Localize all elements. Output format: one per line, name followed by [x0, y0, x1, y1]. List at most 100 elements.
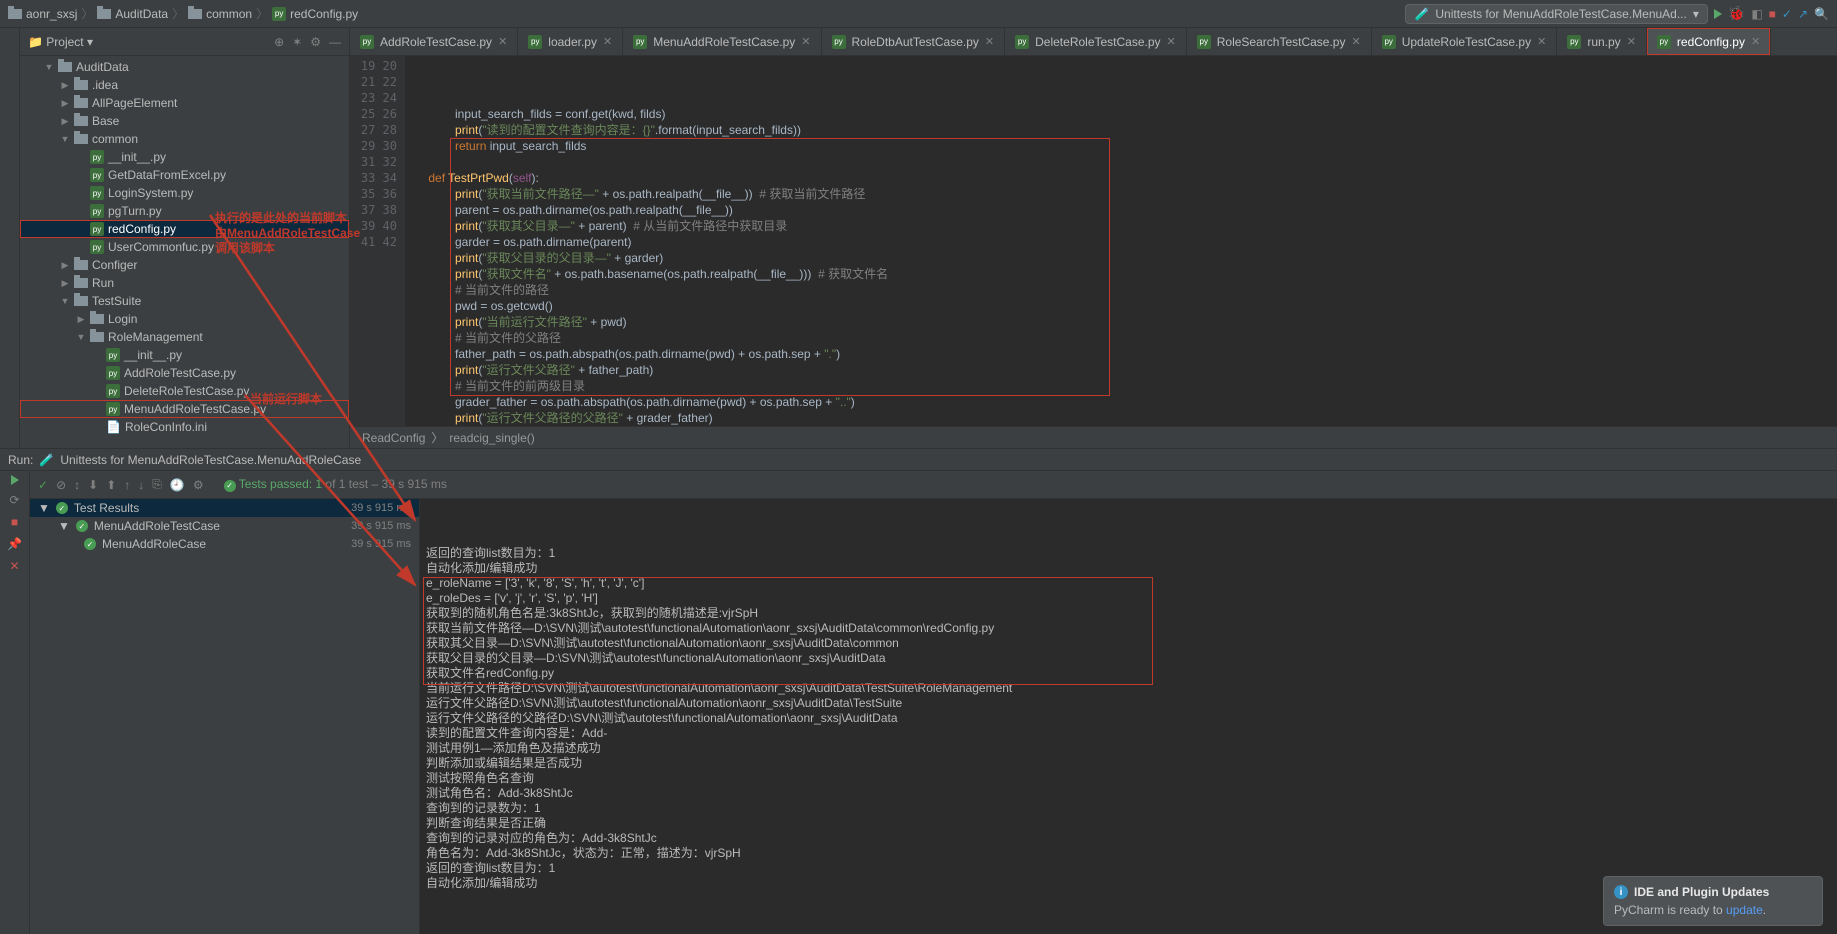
python-file-icon: py: [360, 35, 374, 49]
tree-item[interactable]: pyLoginSystem.py: [20, 184, 349, 202]
folder-icon: [74, 116, 88, 126]
test-results-tree[interactable]: ▼✓Test Results39 s 915 ms▼✓MenuAddRoleTe…: [30, 499, 420, 934]
breadcrumb-item[interactable]: pyredConfig.py: [272, 7, 358, 21]
tree-item[interactable]: pyGetDataFromExcel.py: [20, 166, 349, 184]
breadcrumb-class[interactable]: ReadConfig: [362, 431, 425, 445]
editor-tab[interactable]: pyrun.py✕: [1557, 28, 1647, 55]
editor-tab[interactable]: pyRoleDtbAutTestCase.py✕: [822, 28, 1006, 55]
test-tree-item[interactable]: ▼✓Test Results39 s 915 ms: [30, 499, 419, 517]
hide-icon[interactable]: —: [329, 35, 341, 49]
run-config-selector[interactable]: 🧪 Unittests for MenuAddRoleTestCase.Menu…: [1405, 4, 1707, 24]
close-icon[interactable]: ✕: [985, 35, 994, 48]
ide-update-notification[interactable]: iIDE and Plugin Updates PyCharm is ready…: [1603, 876, 1823, 926]
close-icon[interactable]: ✕: [1751, 35, 1760, 48]
console-output[interactable]: 返回的查询list数目为：1 自动化添加/编辑成功 e_roleName = […: [420, 499, 1837, 934]
run-button[interactable]: [1714, 9, 1722, 19]
tests-passed-label: ✓ Tests passed: 1 of 1 test – 39 s 915 m…: [224, 477, 447, 492]
tree-item[interactable]: py__init__.py: [20, 346, 349, 364]
editor-tab[interactable]: pyMenuAddRoleTestCase.py✕: [623, 28, 821, 55]
close-icon[interactable]: ✕: [9, 559, 19, 573]
gear-icon[interactable]: ⚙: [193, 478, 204, 492]
folder-icon: [97, 9, 111, 19]
editor-tab[interactable]: pyRoleSearchTestCase.py✕: [1187, 28, 1372, 55]
close-icon[interactable]: ✕: [1627, 35, 1636, 48]
coverage-button[interactable]: ◧: [1751, 7, 1762, 21]
editor-tab[interactable]: pyUpdateRoleTestCase.py✕: [1372, 28, 1558, 55]
stop-button[interactable]: ■: [1769, 7, 1776, 21]
scroll-icon[interactable]: ✶: [292, 35, 302, 49]
prev-icon[interactable]: ↑: [124, 478, 130, 492]
test-toolbar: ✓ ⊘ ↕︎ ⬇ ⬆ ↑ ↓ ⎘ 🕘 ⚙ ✓ Tests passed: 1 o…: [30, 471, 1837, 499]
tree-item[interactable]: ▶.idea: [20, 76, 349, 94]
gear-icon[interactable]: ⚙: [310, 35, 321, 49]
search-icon[interactable]: 🔍: [1814, 7, 1829, 21]
sort-icon[interactable]: ↕︎: [74, 478, 80, 492]
export-icon[interactable]: ⎘: [152, 477, 162, 492]
tree-item[interactable]: ▶Configer: [20, 256, 349, 274]
close-icon[interactable]: ✕: [1167, 35, 1176, 48]
test-tree-item[interactable]: ▼✓MenuAddRoleTestCase39 s 915 ms: [30, 517, 419, 535]
annotation-text: 当前运行脚本: [250, 390, 322, 407]
editor-body[interactable]: 19 20 21 22 23 24 25 26 27 28 29 30 31 3…: [350, 56, 1837, 426]
code-canvas[interactable]: input_search_filds = conf.get(kwd, filds…: [405, 56, 1837, 426]
tree-item[interactable]: ▶AllPageElement: [20, 94, 349, 112]
tree-item[interactable]: pyAddRoleTestCase.py: [20, 364, 349, 382]
tree-item-label: .idea: [92, 78, 118, 92]
run-config-label: Unittests for MenuAddRoleTestCase.MenuAd…: [1435, 7, 1686, 21]
editor-tab[interactable]: pyDeleteRoleTestCase.py✕: [1005, 28, 1187, 55]
close-icon[interactable]: ✕: [801, 35, 810, 48]
tree-item[interactable]: 📄RoleConInfo.ini: [20, 418, 349, 436]
ok-icon: ✓: [56, 502, 68, 514]
tree-item[interactable]: ▼TestSuite: [20, 292, 349, 310]
python-file-icon: py: [106, 348, 120, 362]
git-pull-icon[interactable]: ✓: [1782, 7, 1792, 21]
tree-item[interactable]: ▶Login: [20, 310, 349, 328]
tree-item[interactable]: ▼RoleManagement: [20, 328, 349, 346]
tree-item-label: DeleteRoleTestCase.py: [124, 384, 249, 398]
close-icon[interactable]: ✕: [498, 35, 507, 48]
chevron-down-icon[interactable]: ▾: [87, 35, 93, 49]
editor-tab[interactable]: pyredConfig.py✕: [1647, 28, 1771, 55]
git-push-icon[interactable]: ↗: [1798, 7, 1808, 21]
project-icon: 📁: [28, 35, 43, 49]
test-duration: 39 s 915 ms: [351, 538, 411, 550]
toggle-button[interactable]: ⟳: [9, 493, 19, 507]
tree-item[interactable]: py__init__.py: [20, 148, 349, 166]
python-file-icon: py: [90, 168, 104, 182]
tab-label: loader.py: [548, 35, 597, 49]
pin-icon[interactable]: 📌: [7, 537, 22, 551]
history-icon[interactable]: 🕘: [170, 478, 185, 492]
test-tree-item[interactable]: ✓MenuAddRoleCase39 s 915 ms: [30, 535, 419, 553]
breadcrumb-method[interactable]: readcig_single(): [449, 431, 534, 445]
next-icon[interactable]: ↓: [138, 478, 144, 492]
ok-icon: ✓: [224, 480, 236, 492]
close-icon[interactable]: ✕: [603, 35, 612, 48]
close-icon[interactable]: ✕: [1351, 35, 1360, 48]
breadcrumb-item[interactable]: common: [188, 7, 252, 21]
tree-item-label: TestSuite: [92, 294, 141, 308]
editor-tab[interactable]: py loader.py ✕: [518, 28, 623, 55]
tree-item[interactable]: ▶Base: [20, 112, 349, 130]
collapse-icon[interactable]: ⊕: [274, 35, 284, 49]
stop-button[interactable]: ■: [11, 515, 18, 529]
python-file-icon: py: [528, 35, 542, 49]
editor-tab[interactable]: pyAddRoleTestCase.py✕: [350, 28, 518, 55]
close-icon[interactable]: ✕: [1537, 35, 1546, 48]
tree-item-label: AllPageElement: [92, 96, 177, 110]
test-label: MenuAddRoleTestCase: [94, 519, 220, 533]
tree-item[interactable]: ▼common: [20, 130, 349, 148]
tree-item-label: UserCommonfuc.py: [108, 240, 214, 254]
tree-item-label: Run: [92, 276, 114, 290]
debug-button[interactable]: 🐞: [1728, 5, 1745, 22]
tree-item[interactable]: ▼AuditData: [20, 58, 349, 76]
collapse-icon[interactable]: ⬆: [106, 478, 116, 492]
rerun-button[interactable]: [11, 475, 19, 485]
breadcrumb-item[interactable]: AuditData: [97, 7, 168, 21]
update-link[interactable]: update: [1726, 903, 1763, 917]
show-ignored-icon[interactable]: ⊘: [56, 478, 66, 492]
tree-item-label: Base: [92, 114, 119, 128]
expand-icon[interactable]: ⬇: [88, 478, 98, 492]
breadcrumb-item[interactable]: aonr_sxsj: [8, 7, 77, 21]
tree-item[interactable]: ▶Run: [20, 274, 349, 292]
show-passed-icon[interactable]: ✓: [38, 478, 48, 492]
